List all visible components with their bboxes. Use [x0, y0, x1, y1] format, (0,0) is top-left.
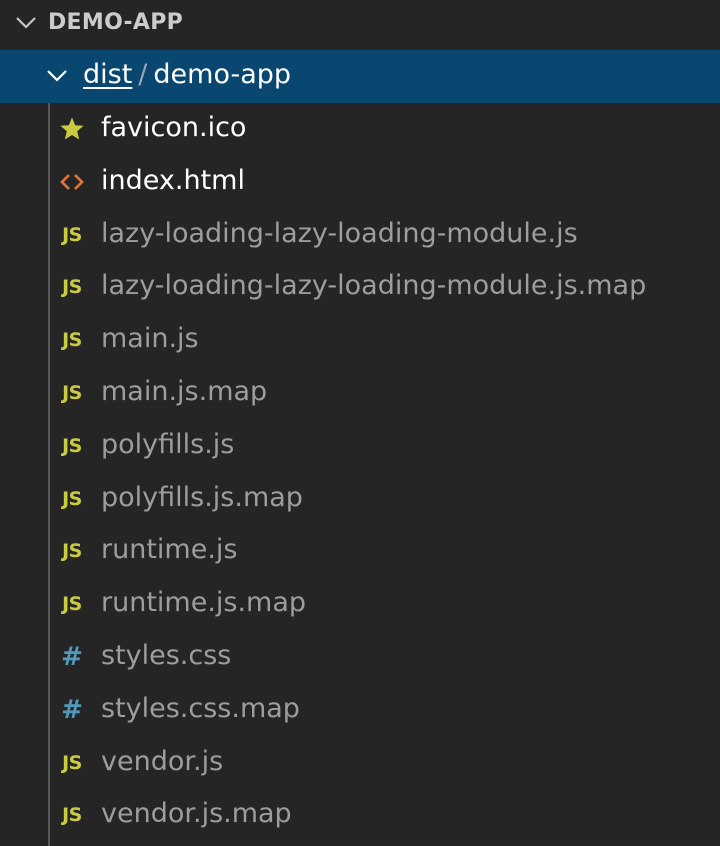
file-item[interactable]: JS runtime.js	[0, 525, 720, 578]
js-icon: JS	[62, 804, 82, 827]
star-icon	[58, 116, 86, 142]
file-name: styles.css.map	[101, 692, 300, 724]
file-explorer: DEMO-APP dist / demo-app favicon.ico index…	[0, 0, 720, 846]
file-item[interactable]: # styles.css	[0, 631, 720, 684]
js-icon: JS	[62, 434, 82, 457]
file-item[interactable]: JS vendor.js	[0, 737, 720, 790]
file-item[interactable]: index.html	[0, 156, 720, 209]
file-name: styles.css	[101, 639, 232, 671]
js-icon: JS	[62, 593, 82, 616]
file-item[interactable]: favicon.ico	[0, 103, 720, 156]
js-icon: JS	[62, 751, 82, 774]
file-item[interactable]: # styles.css.map	[0, 684, 720, 737]
file-item[interactable]: JS lazy-loading-lazy-loading-module.js	[0, 209, 720, 262]
workspace-root-title: DEMO-APP	[48, 10, 184, 35]
chevron-down-icon[interactable]	[14, 14, 38, 32]
file-item[interactable]: JS polyfills.js	[0, 420, 720, 473]
file-name: lazy-loading-lazy-loading-module.js	[101, 217, 578, 249]
css-icon: #	[61, 694, 83, 725]
chevron-down-icon[interactable]	[46, 68, 68, 84]
file-name: index.html	[101, 164, 245, 196]
file-name: favicon.ico	[101, 112, 247, 143]
js-icon: JS	[62, 540, 82, 563]
folder-row-dist-demo-app[interactable]: dist / demo-app	[0, 50, 720, 103]
js-icon: JS	[62, 329, 82, 352]
file-name: main.js	[101, 323, 199, 355]
file-name: runtime.js.map	[101, 587, 307, 619]
folder-segment-demo-app[interactable]: demo-app	[153, 59, 291, 90]
file-name: vendor.js	[101, 745, 224, 777]
path-separator: /	[138, 59, 148, 90]
css-icon: #	[61, 641, 83, 672]
js-icon: JS	[62, 381, 82, 404]
file-name: polyfills.js.map	[101, 481, 303, 513]
file-name: main.js.map	[101, 375, 268, 407]
file-name: polyfills.js	[101, 428, 235, 460]
compact-folder-path: dist / demo-app	[83, 59, 291, 90]
js-icon: JS	[62, 223, 82, 246]
file-item[interactable]: JS vendor.js.map	[0, 789, 720, 842]
js-icon: JS	[62, 276, 82, 299]
html-icon	[58, 169, 86, 195]
file-item[interactable]: JS main.js	[0, 314, 720, 367]
file-name: runtime.js	[101, 534, 238, 566]
js-icon: JS	[62, 487, 82, 510]
workspace-root-header[interactable]: DEMO-APP	[0, 0, 720, 50]
folder-segment-dist[interactable]: dist	[83, 59, 132, 90]
file-item[interactable]: JS runtime.js.map	[0, 578, 720, 631]
file-name: vendor.js.map	[101, 798, 292, 830]
file-item[interactable]: JS lazy-loading-lazy-loading-module.js.m…	[0, 261, 720, 314]
file-item[interactable]: JS polyfills.js.map	[0, 473, 720, 526]
file-list: favicon.ico index.html JS lazy-loading-l…	[0, 103, 720, 842]
file-item[interactable]: JS main.js.map	[0, 367, 720, 420]
file-name: lazy-loading-lazy-loading-module.js.map	[101, 270, 647, 302]
